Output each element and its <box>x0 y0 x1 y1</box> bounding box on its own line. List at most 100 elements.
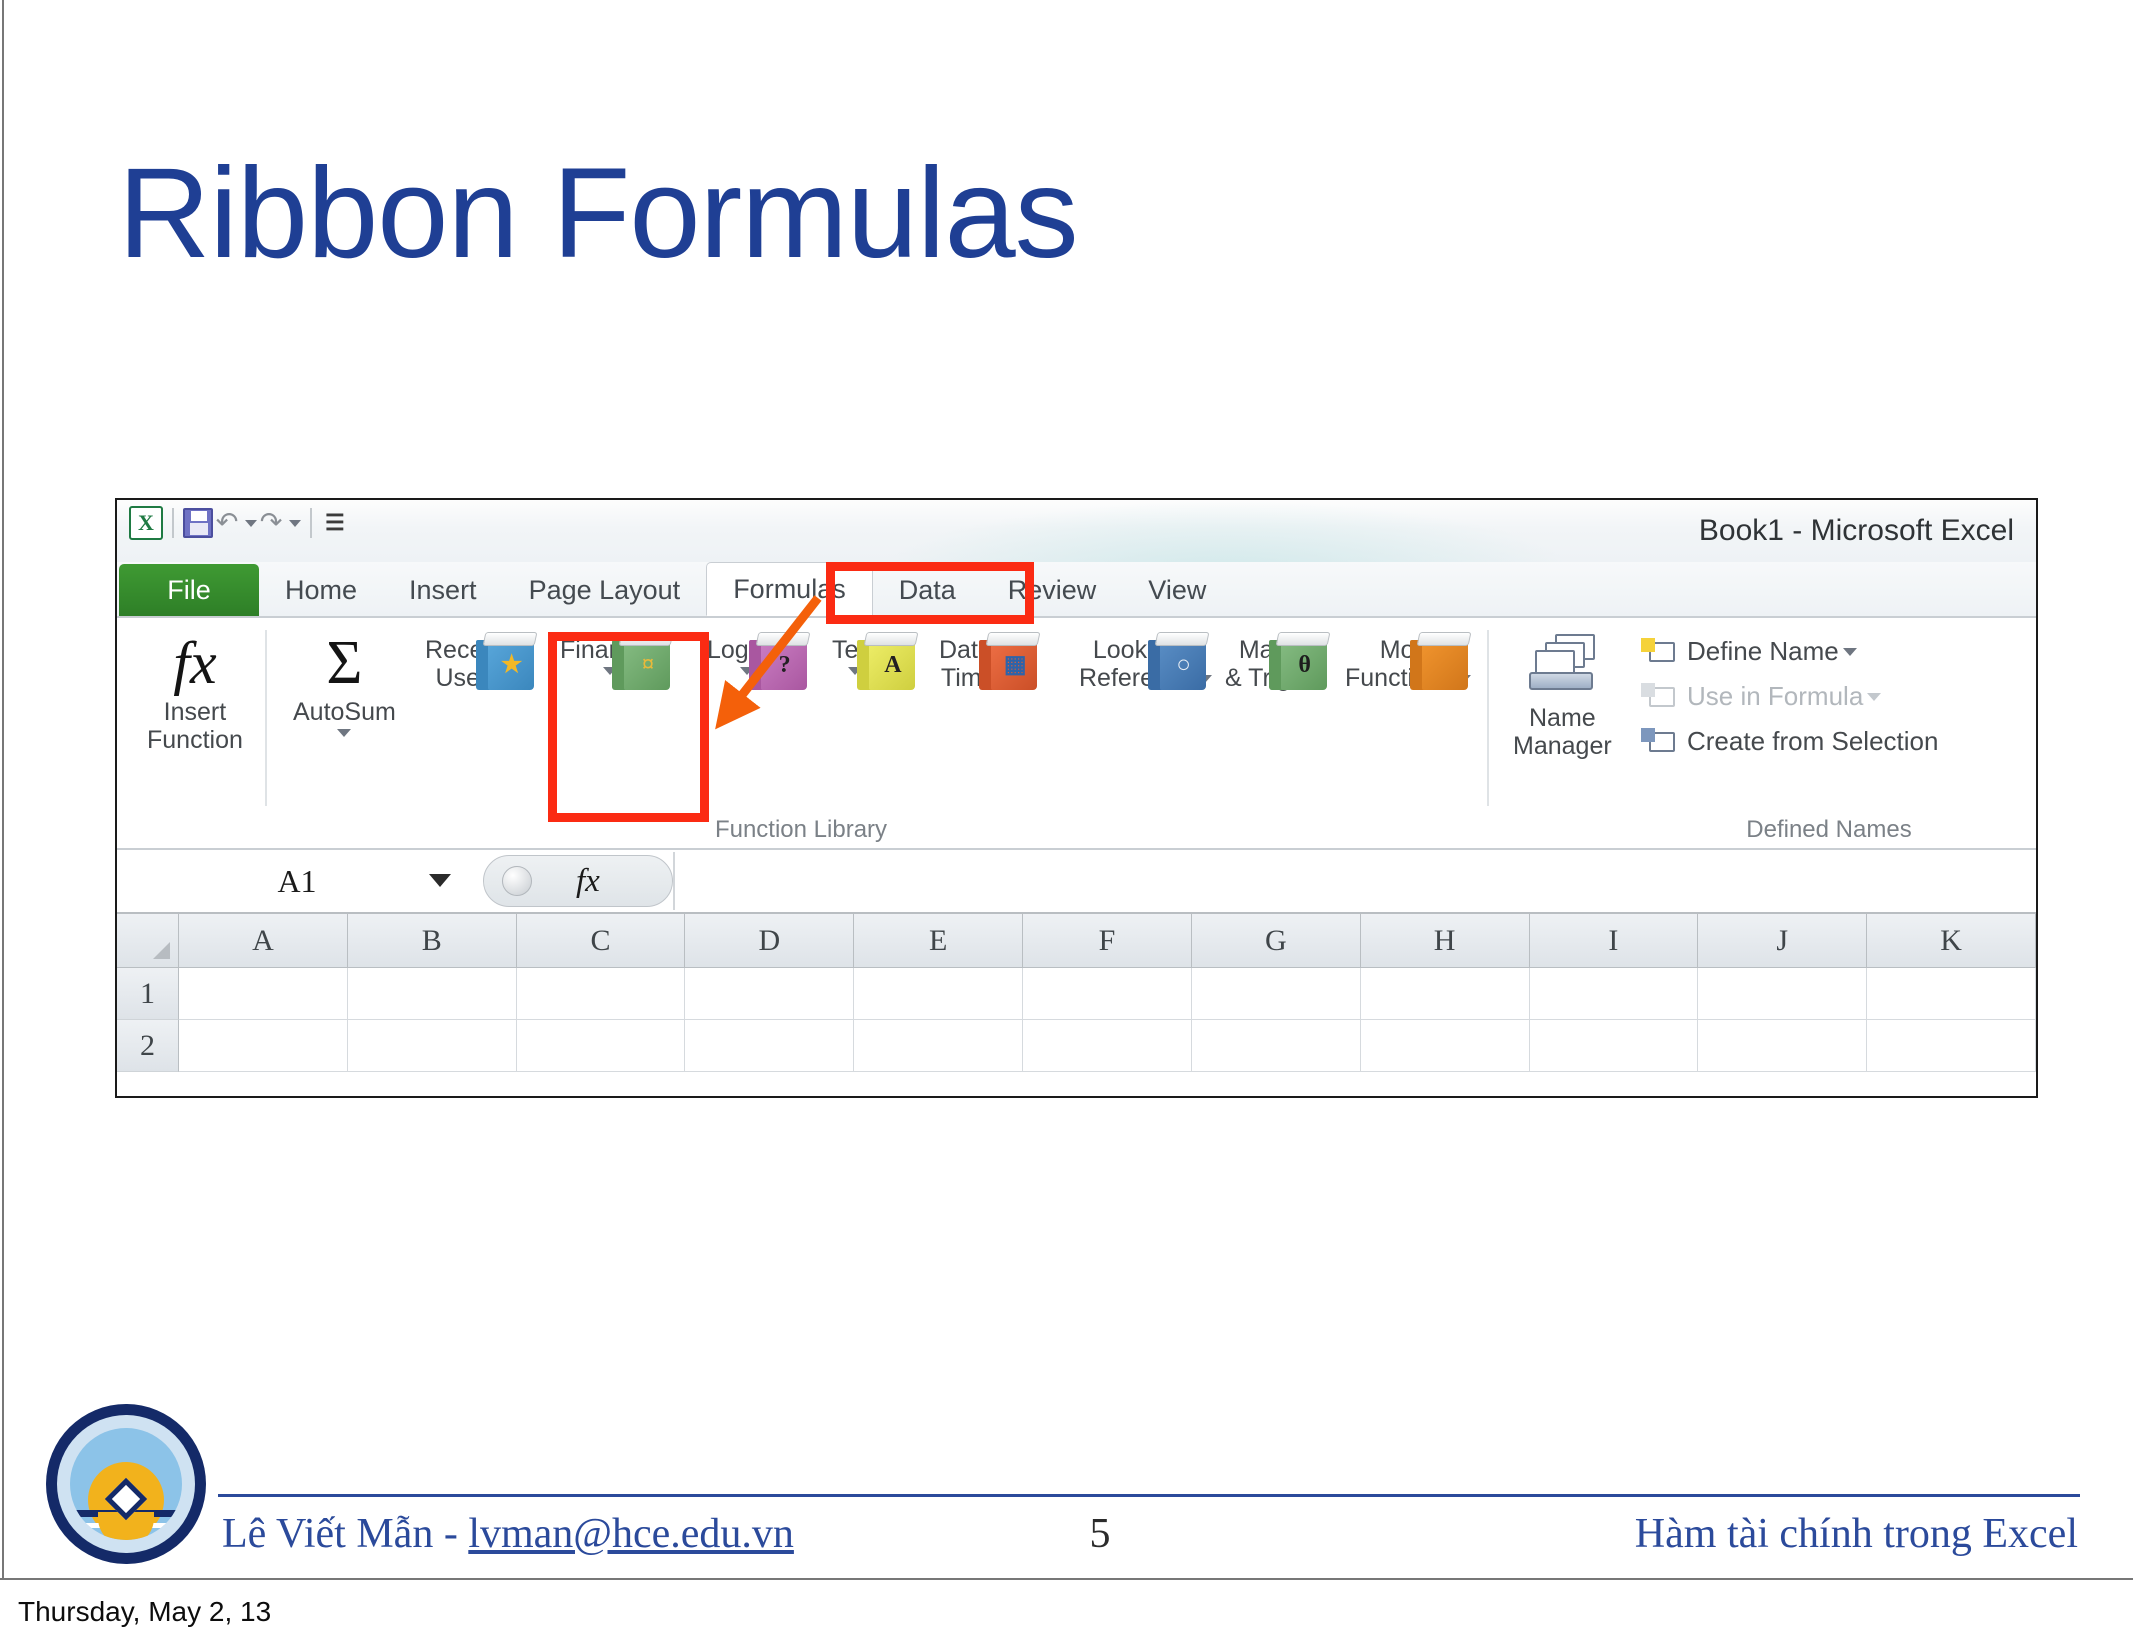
cell-F1[interactable] <box>1023 968 1192 1020</box>
excel-title-bar: X ↶ ↷ ☰ Book1 - Microsoft Excel <box>117 500 2036 562</box>
cancel-enter-button-icon[interactable] <box>502 866 532 896</box>
column-header-F[interactable]: F <box>1023 914 1192 968</box>
insert-function-fx-icon[interactable]: fx <box>576 863 600 900</box>
cell-B2[interactable] <box>347 1020 517 1072</box>
column-header-J[interactable]: J <box>1698 914 1868 968</box>
page-title: Ribbon Formulas <box>118 142 1079 285</box>
tab-data[interactable]: Data <box>873 564 982 616</box>
ribbon-button-dropdown-icon[interactable] <box>337 729 352 737</box>
tab-label: Insert <box>409 574 477 605</box>
column-header-A[interactable]: A <box>179 914 348 968</box>
hue-college-of-economics-seal-logo <box>46 1404 206 1564</box>
tab-formulas[interactable]: Formulas <box>706 562 873 616</box>
footer-author[interactable]: Lê Viết Mẫn - lvman@hce.edu.vn <box>222 1510 794 1558</box>
cell-B1[interactable] <box>347 968 517 1020</box>
name-box-dropdown-icon[interactable] <box>429 874 451 887</box>
fx-icon-wrap: fx <box>173 632 216 694</box>
ribbon-button-financial[interactable]: ¤ Financial <box>560 632 674 690</box>
tab-view[interactable]: View <box>1122 564 1232 616</box>
formula-bar[interactable]: A1 fx <box>117 850 2036 914</box>
cell-F2[interactable] <box>1023 1020 1192 1072</box>
ribbon-menu-dropdown-icon[interactable] <box>1842 647 1857 656</box>
row-header-2[interactable]: 2 <box>117 1020 179 1072</box>
ribbon-menu-create-from-selection[interactable]: Create from Selection <box>1641 726 1938 757</box>
ribbon-button-autosum[interactable]: Σ AutoSum <box>293 632 396 737</box>
column-header-K[interactable]: K <box>1867 914 2036 968</box>
ribbon-button-lookup[interactable]: ○ Lookup & Reference <box>1079 632 1213 692</box>
cell-I1[interactable] <box>1529 968 1699 1020</box>
cell-H1[interactable] <box>1360 968 1530 1020</box>
ribbon-button-insert[interactable]: fx Insert Function <box>147 632 243 754</box>
save-icon[interactable] <box>183 508 213 538</box>
cell-H2[interactable] <box>1360 1020 1530 1072</box>
cell-I2[interactable] <box>1529 1020 1699 1072</box>
ribbon-button-logical[interactable]: ? Logical <box>707 632 811 690</box>
cell-J2[interactable] <box>1698 1020 1868 1072</box>
quick-access-toolbar[interactable]: X ↶ ↷ ☰ <box>129 506 345 540</box>
footer-subject: Hàm tài chính trong Excel <box>1634 1511 2078 1557</box>
cell-A2[interactable] <box>179 1020 348 1072</box>
redo-icon[interactable]: ↷ <box>257 508 285 538</box>
formula-bar-buttons[interactable]: fx <box>483 855 673 907</box>
window-title: Book1 - Microsoft Excel <box>1698 514 2014 547</box>
worksheet-grid[interactable]: ABCDEFGHIJK12 <box>117 914 2036 1072</box>
ribbon-button-label: AutoSum <box>293 698 396 726</box>
ribbon-tab-strip[interactable]: File Home Insert Page Layout Formulas Data Rev… <box>117 562 2036 618</box>
footer-author-name: Lê Viết Mẫn - <box>222 1511 469 1557</box>
cell-K2[interactable] <box>1867 1020 2036 1072</box>
ribbon-button-label: Name <box>1528 704 1596 732</box>
column-header-C[interactable]: C <box>516 914 686 968</box>
ribbon-menu-define-name[interactable]: Define Name <box>1641 636 1857 667</box>
cell-E1[interactable] <box>854 968 1024 1020</box>
cell-J1[interactable] <box>1698 968 1868 1020</box>
ribbon-menu-dropdown-icon[interactable] <box>1867 692 1882 701</box>
column-header-D[interactable]: D <box>685 914 855 968</box>
redo-dropdown-icon[interactable] <box>289 519 301 527</box>
cell-G2[interactable] <box>1191 1020 1361 1072</box>
name-box[interactable]: A1 <box>117 852 477 910</box>
select-all-corner-icon[interactable] <box>117 914 179 968</box>
ribbon-button-label-2: Manager <box>1513 732 1612 760</box>
tab-file[interactable]: File <box>119 564 259 616</box>
cell-G1[interactable] <box>1191 968 1361 1020</box>
tab-home[interactable]: Home <box>259 564 383 616</box>
column-header-E[interactable]: E <box>854 914 1024 968</box>
define-name-icon <box>1641 637 1677 666</box>
undo-dropdown-icon[interactable] <box>245 519 257 527</box>
column-header-H[interactable]: H <box>1360 914 1530 968</box>
ribbon-button-more[interactable]: More Functions <box>1345 632 1472 692</box>
customize-quick-access-icon[interactable]: ☰ <box>325 512 345 534</box>
ribbon-button-recently[interactable]: ★ Recently Used <box>425 632 538 692</box>
cell-C1[interactable] <box>516 968 686 1020</box>
ribbon-button-date[interactable]: ▦ Date & Time <box>939 632 1041 692</box>
tab-page-layout[interactable]: Page Layout <box>503 564 707 616</box>
page-bottom-edge <box>0 1578 2133 1580</box>
column-header-G[interactable]: G <box>1191 914 1361 968</box>
sigma-icon-wrap: Σ <box>326 632 362 694</box>
tab-insert[interactable]: Insert <box>383 564 503 616</box>
formula-input[interactable] <box>673 852 2036 910</box>
tab-review[interactable]: Review <box>982 564 1123 616</box>
ribbon-button-text[interactable]: A Text <box>832 632 919 690</box>
column-header-I[interactable]: I <box>1529 914 1699 968</box>
name-manager-icon-wrap <box>1525 632 1599 700</box>
cell-C2[interactable] <box>516 1020 686 1072</box>
undo-icon[interactable]: ↶ <box>213 508 241 538</box>
cell-E2[interactable] <box>854 1020 1024 1072</box>
cell-D1[interactable] <box>685 968 855 1020</box>
footer-author-email-link[interactable]: lvman@hce.edu.vn <box>468 1511 794 1557</box>
column-header-B[interactable]: B <box>347 914 517 968</box>
footer-divider <box>218 1494 2080 1497</box>
ribbon-button-math[interactable]: θ Math & Trig <box>1225 632 1331 692</box>
tab-label: View <box>1148 574 1207 605</box>
row-header-1[interactable]: 1 <box>117 968 179 1020</box>
ribbon[interactable]: fx Insert Function Σ AutoSum ★ Recently Used ¤ Fi… <box>117 618 2036 850</box>
cell-K1[interactable] <box>1867 968 2036 1020</box>
excel-logo-icon[interactable]: X <box>129 506 163 540</box>
column-header-row: ABCDEFGHIJK <box>117 914 2036 968</box>
ribbon-button-name[interactable]: Name Manager <box>1513 632 1612 760</box>
cell-D2[interactable] <box>685 1020 855 1072</box>
cell-A1[interactable] <box>179 968 348 1020</box>
create-from-selection-icon <box>1641 727 1677 756</box>
title-bar-gloss <box>877 500 1577 562</box>
